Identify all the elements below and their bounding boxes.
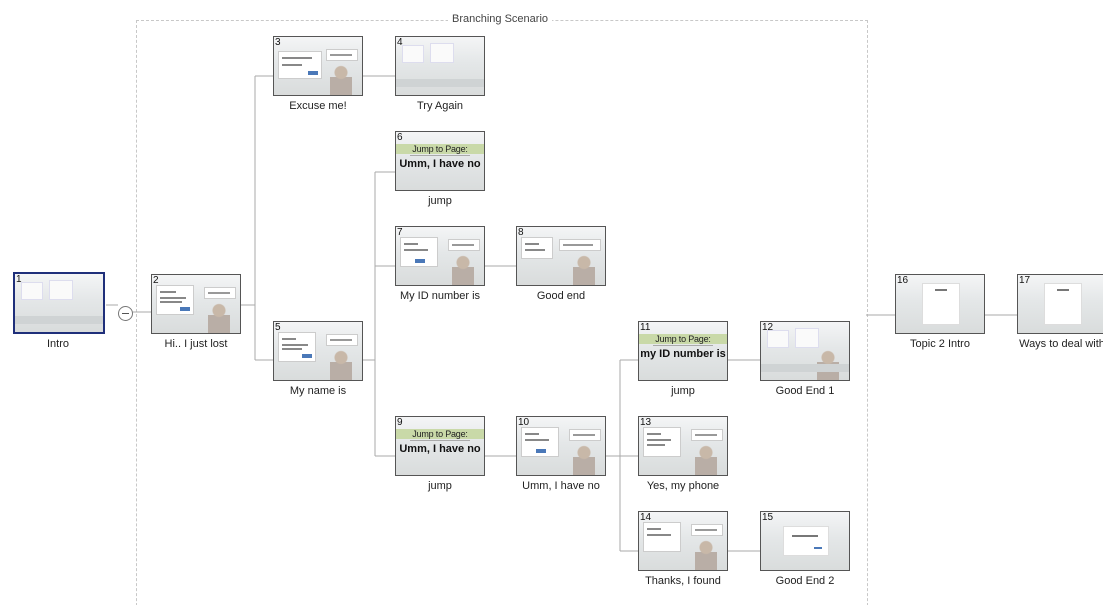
slide-number: 17 — [1019, 275, 1031, 286]
slide-node-12[interactable]: 12 Good End 1 — [760, 321, 850, 397]
slide-label: Good End 1 — [775, 385, 835, 397]
collapse-branch-button[interactable] — [118, 306, 133, 321]
slide-thumbnail[interactable]: 13 — [638, 416, 728, 476]
slide-label: Ways to deal with — [1019, 338, 1103, 350]
slide-number: 11 — [640, 322, 651, 333]
slide-label: Good End 2 — [775, 575, 835, 587]
slide-thumbnail[interactable]: Jump to Page: Umm, I have no 6 — [395, 131, 485, 191]
slide-thumbnail[interactable]: 12 — [760, 321, 850, 381]
slide-thumbnail[interactable]: 1 — [13, 272, 105, 334]
slide-thumbnail[interactable]: Jump to Page: Umm, I have no 9 — [395, 416, 485, 476]
slide-thumbnail[interactable]: 3 — [273, 36, 363, 96]
slide-node-intro[interactable]: 1 Intro — [13, 272, 105, 350]
slide-node-8[interactable]: 8 Good end — [516, 226, 606, 302]
slide-node-10[interactable]: 10 Umm, I have no — [516, 416, 606, 492]
jump-node-9[interactable]: Jump to Page: Umm, I have no 9 jump — [395, 416, 485, 492]
slide-label: Topic 2 Intro — [910, 338, 970, 350]
slide-number: 6 — [397, 132, 403, 143]
jump-target-text: Umm, I have no — [399, 443, 481, 455]
slide-label: jump — [428, 195, 452, 207]
slide-label: Try Again — [416, 100, 464, 112]
slide-thumbnail[interactable]: 14 — [638, 511, 728, 571]
slide-label: Thanks, I found — [645, 575, 721, 587]
slide-number: 1 — [16, 274, 22, 285]
slide-label: Intro — [46, 338, 69, 350]
slide-number: 8 — [518, 227, 524, 238]
slide-node-3[interactable]: 3 Excuse me! — [273, 36, 363, 112]
jump-node-6[interactable]: Jump to Page: Umm, I have no 6 jump — [395, 131, 485, 207]
slide-node-4[interactable]: 4 Try Again — [395, 36, 485, 112]
story-view-canvas[interactable]: Branching Scenario 1 Intro 2 Hi.. I just… — [0, 0, 1103, 605]
slide-number: 14 — [640, 512, 652, 523]
slide-node-17[interactable]: 17 Ways to deal with — [1017, 274, 1103, 350]
slide-node-13[interactable]: 13 Yes, my phone — [638, 416, 728, 492]
slide-number: 9 — [397, 417, 403, 428]
slide-label: jump — [671, 385, 695, 397]
slide-number: 7 — [397, 227, 403, 238]
jump-banner: Jump to Page: — [396, 144, 484, 154]
slide-thumbnail[interactable]: 4 — [395, 36, 485, 96]
slide-number: 12 — [762, 322, 774, 333]
slide-node-7[interactable]: 7 My ID number is — [395, 226, 485, 302]
slide-node-14[interactable]: 14 Thanks, I found — [638, 511, 728, 587]
slide-node-15[interactable]: 15 Good End 2 — [760, 511, 850, 587]
slide-label: Umm, I have no — [522, 480, 600, 492]
slide-thumbnail[interactable]: Jump to Page: my ID number is 11 — [638, 321, 728, 381]
slide-thumbnail[interactable]: 2 — [151, 274, 241, 334]
slide-number: 10 — [518, 417, 530, 428]
jump-banner: Jump to Page: — [639, 334, 727, 344]
slide-node-5[interactable]: 5 My name is — [273, 321, 363, 397]
slide-thumbnail[interactable]: 8 — [516, 226, 606, 286]
slide-number: 4 — [397, 37, 403, 48]
jump-target-text: Umm, I have no — [399, 158, 481, 170]
slide-label: My name is — [289, 385, 347, 397]
slide-number: 16 — [897, 275, 909, 286]
slide-thumbnail[interactable]: 17 — [1017, 274, 1103, 334]
slide-label: Yes, my phone — [646, 480, 720, 492]
slide-thumbnail[interactable]: 7 — [395, 226, 485, 286]
slide-node-2[interactable]: 2 Hi.. I just lost — [151, 274, 241, 350]
jump-banner: Jump to Page: — [396, 429, 484, 439]
slide-label: Excuse me! — [289, 100, 347, 112]
slide-label: My ID number is — [399, 290, 481, 302]
jump-target-text: my ID number is — [640, 348, 726, 360]
slide-node-16[interactable]: 16 Topic 2 Intro — [895, 274, 985, 350]
slide-number: 2 — [153, 275, 159, 286]
jump-node-11[interactable]: Jump to Page: my ID number is 11 jump — [638, 321, 728, 397]
slide-thumbnail[interactable]: 5 — [273, 321, 363, 381]
slide-label: Hi.. I just lost — [164, 338, 228, 350]
slide-number: 13 — [640, 417, 652, 428]
slide-label: Good end — [536, 290, 586, 302]
slide-thumbnail[interactable]: 10 — [516, 416, 606, 476]
slide-thumbnail[interactable]: 16 — [895, 274, 985, 334]
slide-number: 15 — [762, 512, 774, 523]
slide-number: 5 — [275, 322, 281, 333]
slide-label: jump — [428, 480, 452, 492]
slide-thumbnail[interactable]: 15 — [760, 511, 850, 571]
slide-number: 3 — [275, 37, 281, 48]
